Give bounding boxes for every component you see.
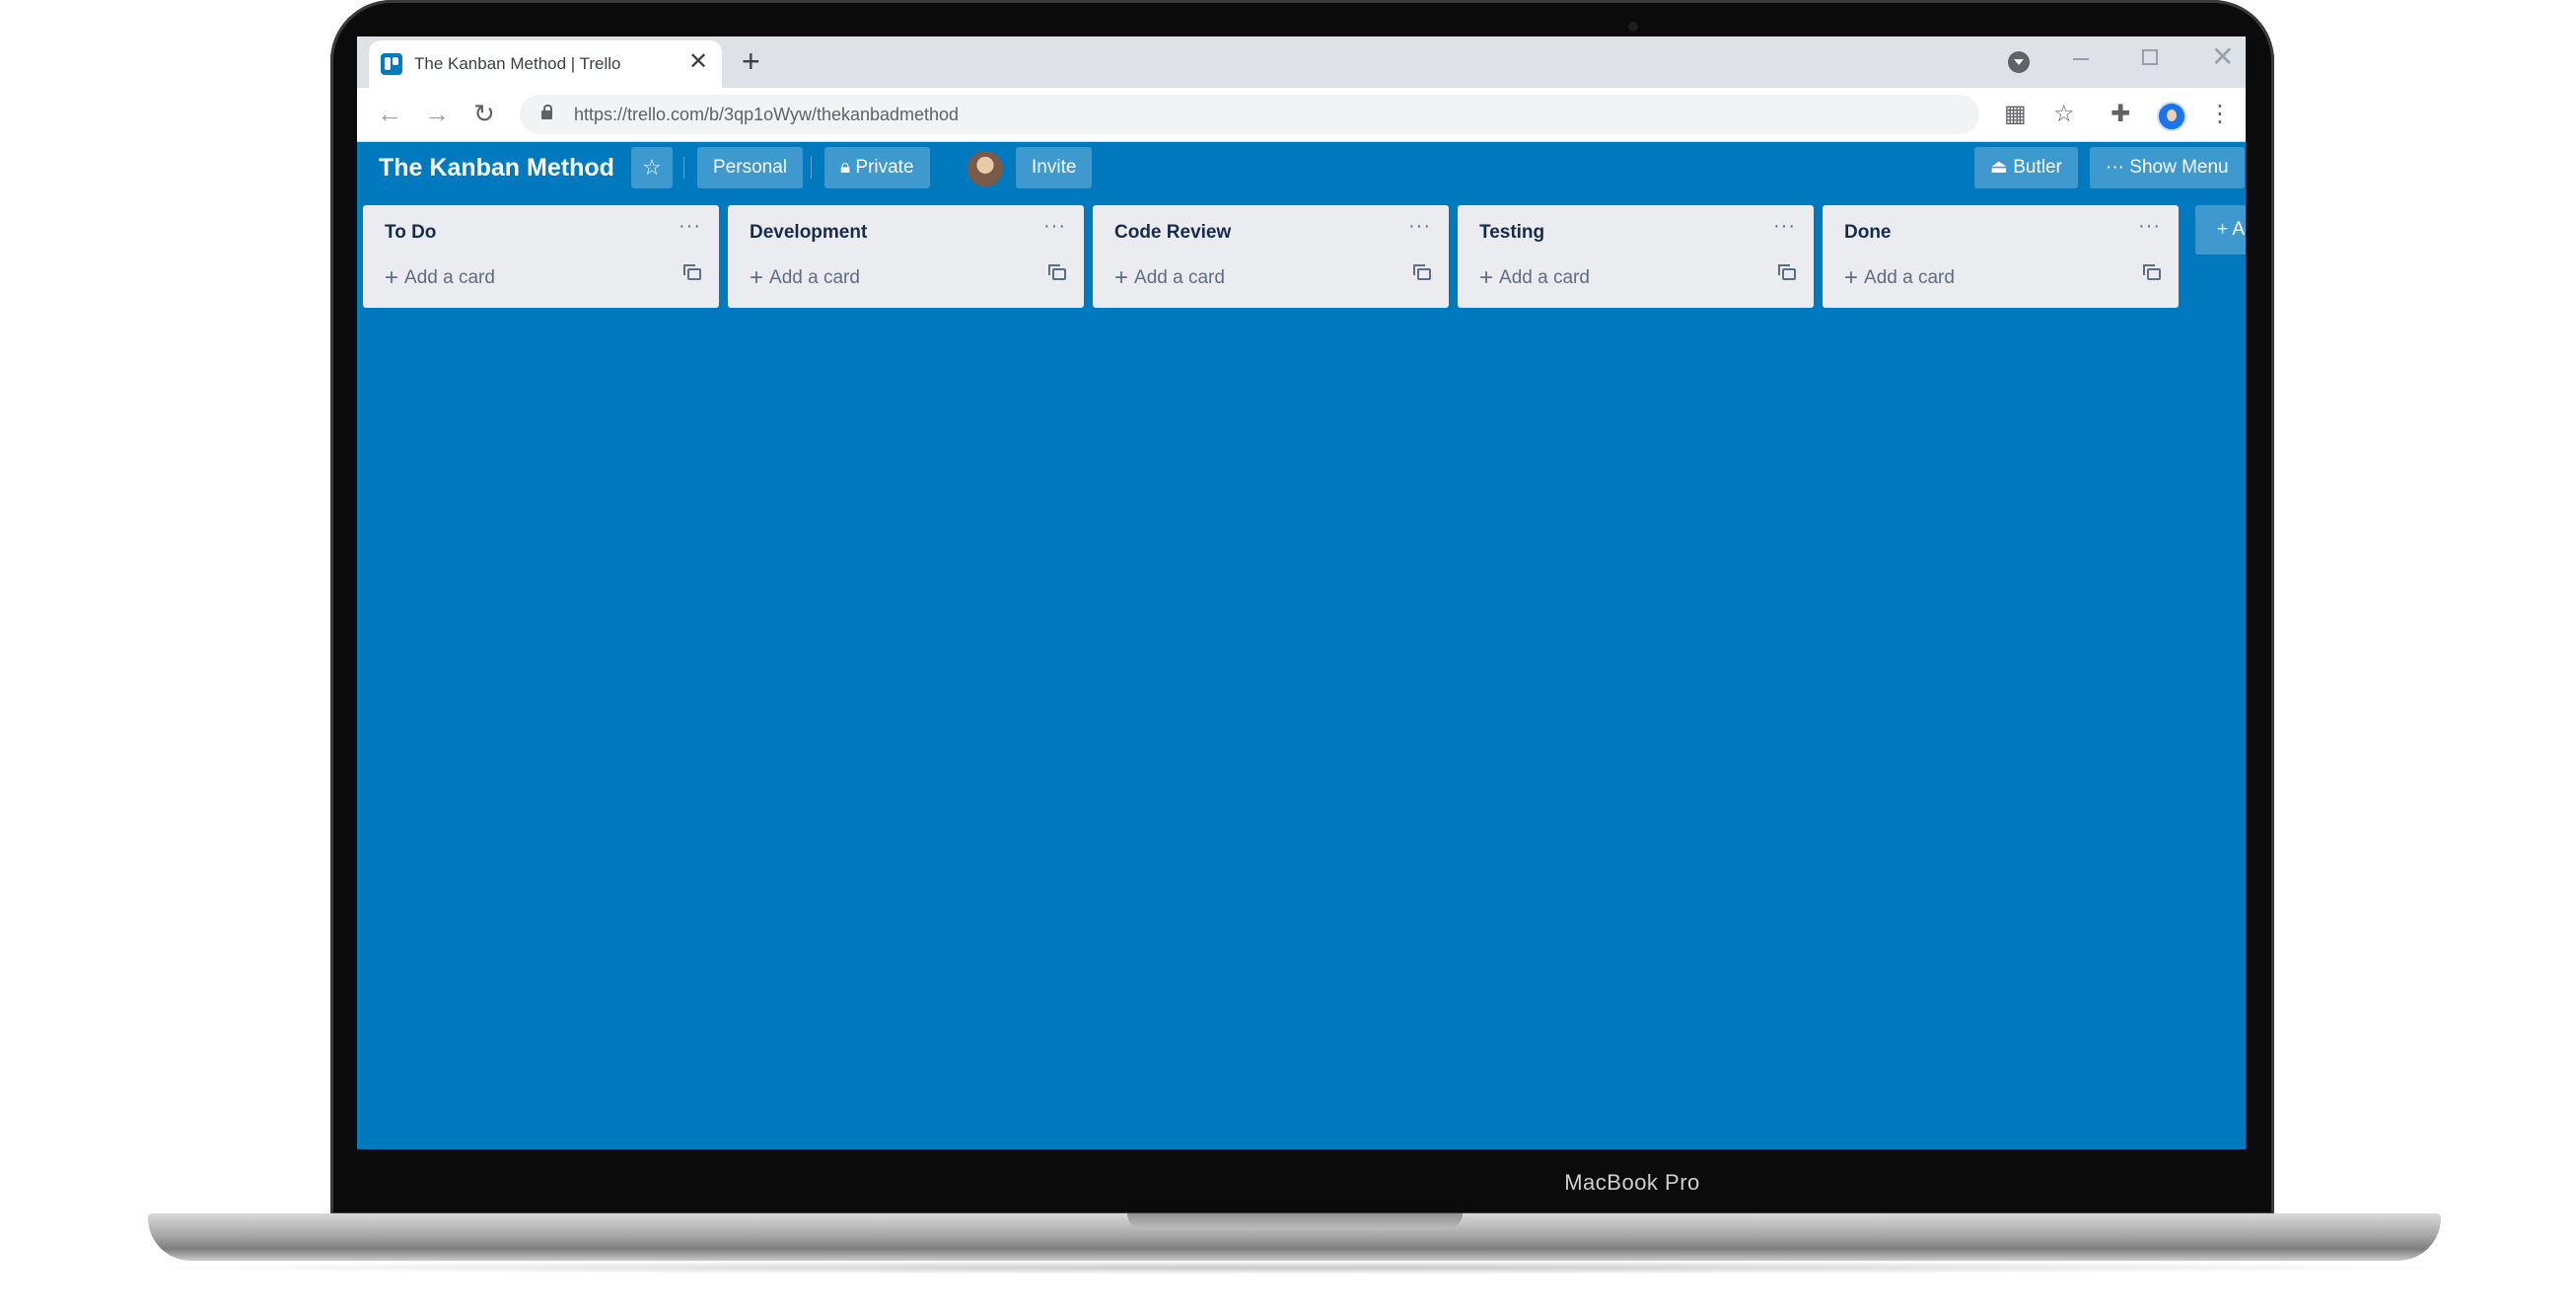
private-button[interactable]: 🔒︎ Private [824,147,930,188]
list: Development ··· + Add a card [728,205,1084,308]
menu-icon[interactable]: ⋮ [2208,102,2232,127]
plus-icon: + [1114,264,1129,291]
board-lists: To Do ··· + Add a card Development ··· + A… [363,205,2246,309]
star-icon: ☆ [642,155,662,180]
more-icon[interactable]: ··· [1408,215,1431,238]
browser-toolbar: ← → ↻ https://trello.com/b/3qp1oWyw/thek… [357,88,2246,142]
add-card-label: Add a card [1864,267,1955,288]
list-name[interactable]: Testing [1479,222,1544,244]
plus-icon: + [750,264,764,291]
list-name[interactable]: Done [1844,222,1892,244]
divider [683,157,684,179]
butler-label: Butler [2013,157,2062,178]
card-template-icon[interactable] [683,264,701,280]
profile-dropdown-icon[interactable] [2008,51,2030,73]
device-label: MacBook Pro [1564,1170,1700,1195]
list: Done ··· + Add a card [1823,205,2179,308]
card-template-icon[interactable] [2143,264,2161,280]
list: Testing ··· + Add a card [1458,205,1814,308]
more-icon[interactable]: ··· [1773,215,1796,238]
list: Code Review ··· + Add a card [1093,205,1449,308]
add-card-button[interactable]: + Add a card [1844,264,1955,292]
show-menu-button[interactable]: ··· Show Menu [2090,147,2245,188]
list: To Do ··· + Add a card [363,205,719,308]
private-label: Private [855,157,914,178]
tab-strip: The Kanban Method | Trello ✕ + ✕ [357,37,2246,88]
back-icon[interactable]: ← [377,100,402,127]
butler-button[interactable]: ⏏ Butler [1974,147,2078,188]
add-card-button[interactable]: + Add a card [1114,264,1225,292]
close-icon[interactable]: ✕ [688,50,708,74]
board-title[interactable]: The Kanban Method [379,154,614,183]
more-icon[interactable]: ··· [2138,215,2161,238]
add-card-button[interactable]: + Add a card [750,264,860,292]
list-name[interactable]: To Do [385,222,436,244]
plus-icon: + [1844,264,1859,291]
list-name[interactable]: Development [750,222,867,244]
extensions-icon[interactable]: ✚ [2111,102,2130,127]
avatar-icon[interactable] [2157,102,2186,131]
invite-button[interactable]: Invite [1016,147,1093,188]
reload-icon[interactable]: ↻ [473,100,495,127]
add-card-label: Add a card [1499,267,1590,288]
card-template-icon[interactable] [1413,264,1431,280]
add-card-button[interactable]: + Add a card [385,264,495,292]
tab-title: The Kanban Method | Trello [414,54,621,73]
lock-icon: 🔒︎ [840,157,856,178]
camera [1628,22,1638,32]
forward-icon[interactable]: → [424,100,450,127]
star-icon[interactable]: ☆ [2053,102,2075,127]
plus-icon[interactable]: + [742,45,760,77]
minimize-icon[interactable] [2073,58,2089,60]
restore-icon[interactable] [2142,49,2158,65]
card-template-icon[interactable] [1778,264,1796,280]
add-card-label: Add a card [404,267,495,288]
member-avatar[interactable] [967,151,1003,186]
laptop-notch [1127,1213,1463,1229]
personal-button[interactable]: Personal [697,147,803,188]
card-template-icon[interactable] [1048,264,1066,280]
laptop-shadow [118,1261,2475,1275]
url-text[interactable]: https://trello.com/b/3qp1oWyw/thekanbadm… [574,105,959,125]
more-icon[interactable]: ··· [679,215,701,238]
browser-tab[interactable]: The Kanban Method | Trello ✕ [369,40,722,88]
trello-favicon [381,53,402,75]
more-icon: ··· [2106,157,2130,178]
plus-icon: + [1479,264,1494,291]
list-name[interactable]: Code Review [1114,222,1231,244]
add-card-button[interactable]: + Add a card [1479,264,1590,292]
add-card-label: Add a card [1134,267,1225,288]
qr-code-icon[interactable]: ▦ [2004,102,2027,127]
board-header: The Kanban Method ☆ Personal 🔒︎ Private … [357,141,2246,190]
star-board-button[interactable]: ☆ [631,147,673,188]
address-bar[interactable]: https://trello.com/b/3qp1oWyw/thekanbadm… [520,95,1979,134]
screen: The Kanban Method | Trello ✕ + ✕ ← → ↻ h… [357,37,2246,1149]
more-icon[interactable]: ··· [1043,215,1066,238]
add-list-button[interactable]: + Ad [2195,205,2246,255]
divider [811,157,812,179]
show-menu-label: Show Menu [2129,157,2229,178]
butler-icon: ⏏ [1990,157,2014,178]
plus-icon: + [385,264,399,291]
window-close-icon[interactable]: ✕ [2211,40,2234,73]
lock-icon[interactable] [541,105,552,119]
add-card-label: Add a card [769,267,860,288]
